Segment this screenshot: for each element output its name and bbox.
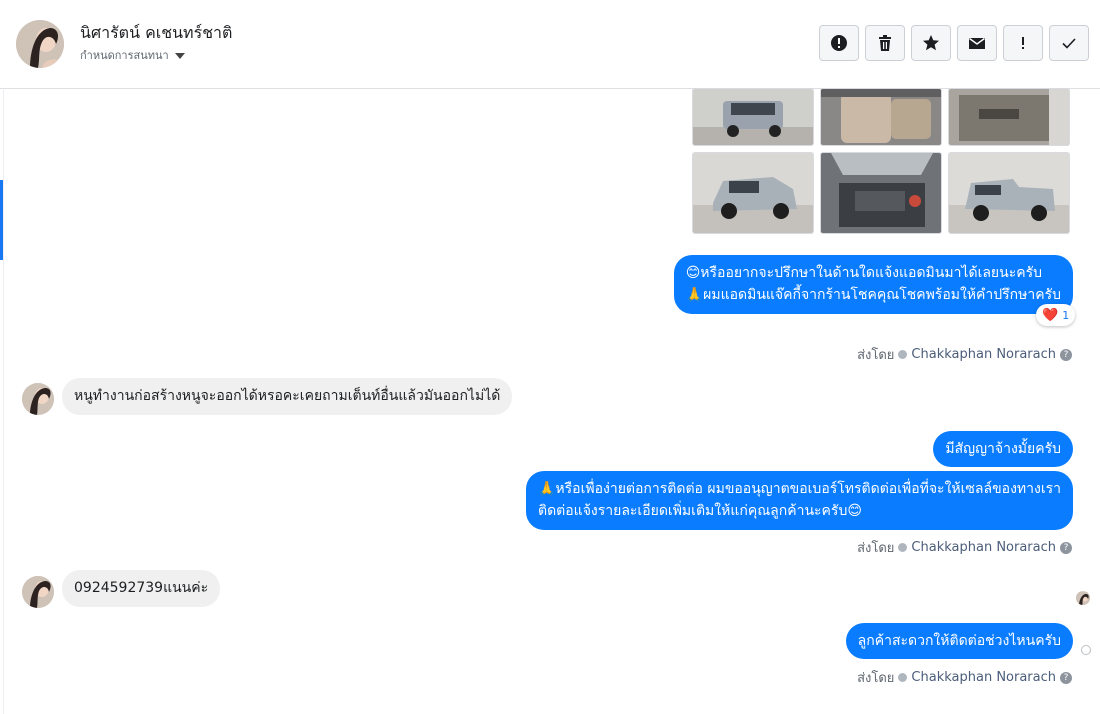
seen-avatar — [1076, 591, 1090, 605]
sent-by-label: ส่งโดย — [857, 541, 895, 556]
incoming-message[interactable]: หนูทำงานก่อสร้างหนูจะออกได้หรอคะเคยถามเต… — [62, 378, 513, 415]
report-icon — [831, 35, 847, 51]
header-actions — [819, 25, 1089, 61]
delete-button[interactable] — [865, 25, 905, 61]
sent-by-agent[interactable]: Chakkaphan Norarach — [911, 540, 1056, 555]
message-line: 🙏หรือเพื่อง่ายต่อการติดต่อ ผมขออนุญาตขอเ… — [538, 481, 1061, 497]
contact-avatar-small[interactable] — [22, 383, 54, 415]
star-button[interactable] — [911, 25, 951, 61]
caret-down-icon — [174, 53, 185, 59]
outgoing-message[interactable]: 😊หรืออยากจะปรึกษาในด้านใดแจ้งแอดมินมาได้… — [673, 255, 1073, 314]
conversation-header: นิศารัตน์ คเชนทร์ชาติ กำหนดการสนทนา — [0, 0, 1100, 89]
outgoing-message[interactable]: ลูกค้าสะดวกให้ติดต่อช่วงไหนครับ — [845, 623, 1073, 659]
left-divider — [3, 88, 4, 714]
trash-icon — [879, 35, 891, 51]
left-scroll-indicator — [0, 180, 3, 260]
agent-icon — [898, 350, 908, 359]
mark-unread-button[interactable] — [957, 25, 997, 61]
engine-photo[interactable] — [820, 152, 942, 234]
car-front-photo[interactable] — [692, 152, 814, 234]
exclamation-icon — [1022, 37, 1024, 49]
message-line: ติดต่อแจ้งรายละเอียดเพิ่มเติมให้แก่คุณลู… — [538, 503, 862, 519]
sent-by-agent[interactable]: Chakkaphan Norarach — [911, 670, 1056, 685]
sent-by-label: ส่งโดย — [857, 348, 895, 363]
reaction-badge[interactable]: ❤️ 1 — [1036, 304, 1076, 326]
outgoing-message[interactable]: 🙏หรือเพื่อง่ายต่อการติดต่อ ผมขออนุญาตขอเ… — [526, 471, 1073, 530]
sent-by-info: ส่งโดย Chakkaphan Norarach ? — [857, 537, 1072, 558]
conversation-label-dropdown[interactable]: กำหนดการสนทนา — [80, 46, 185, 64]
reaction-count: 1 — [1062, 308, 1070, 322]
car-door-photo[interactable] — [948, 88, 1070, 146]
star-icon — [923, 35, 939, 51]
report-button[interactable] — [819, 25, 859, 61]
conversation-label-text: กำหนดการสนทนา — [80, 49, 169, 62]
agent-icon — [898, 673, 908, 682]
contact-avatar-small[interactable] — [22, 576, 54, 608]
car-photo[interactable] — [692, 88, 814, 146]
outgoing-message[interactable]: มีสัญญาจ้างมั้ยครับ — [933, 431, 1073, 467]
photo-attachment-grid — [692, 88, 1072, 236]
check-icon — [1062, 38, 1076, 49]
envelope-icon — [969, 37, 985, 49]
sent-by-label: ส่งโดย — [857, 671, 895, 686]
help-icon[interactable]: ? — [1060, 671, 1072, 684]
message-line: 😊หรืออยากจะปรึกษาในด้านใดแจ้งแอดมินมาได้… — [685, 265, 1042, 281]
mark-important-button[interactable] — [1003, 25, 1043, 61]
message-line: 🙏ผมแอดมินแจ๊คกี้จากร้านโชคคุณโชคพร้อมให้… — [685, 287, 1061, 303]
sent-by-info: ส่งโดย Chakkaphan Norarach ? — [857, 344, 1072, 365]
contact-avatar[interactable] — [16, 20, 64, 68]
incoming-message[interactable]: 0924592739แนนค่ะ — [62, 570, 221, 607]
car-interior-photo[interactable] — [820, 88, 942, 146]
agent-icon — [898, 543, 908, 552]
help-icon[interactable]: ? — [1060, 541, 1072, 554]
sent-by-info: ส่งโดย Chakkaphan Norarach ? — [857, 667, 1072, 688]
sent-by-agent[interactable]: Chakkaphan Norarach — [911, 347, 1056, 362]
heart-reaction-icon: ❤️ — [1042, 307, 1059, 323]
mark-done-button[interactable] — [1049, 25, 1089, 61]
sent-status-icon — [1081, 645, 1091, 655]
contact-name[interactable]: นิศารัตน์ คเชนทร์ชาติ — [80, 21, 232, 46]
help-icon[interactable]: ? — [1060, 348, 1072, 361]
car-rear-photo[interactable] — [948, 152, 1070, 234]
